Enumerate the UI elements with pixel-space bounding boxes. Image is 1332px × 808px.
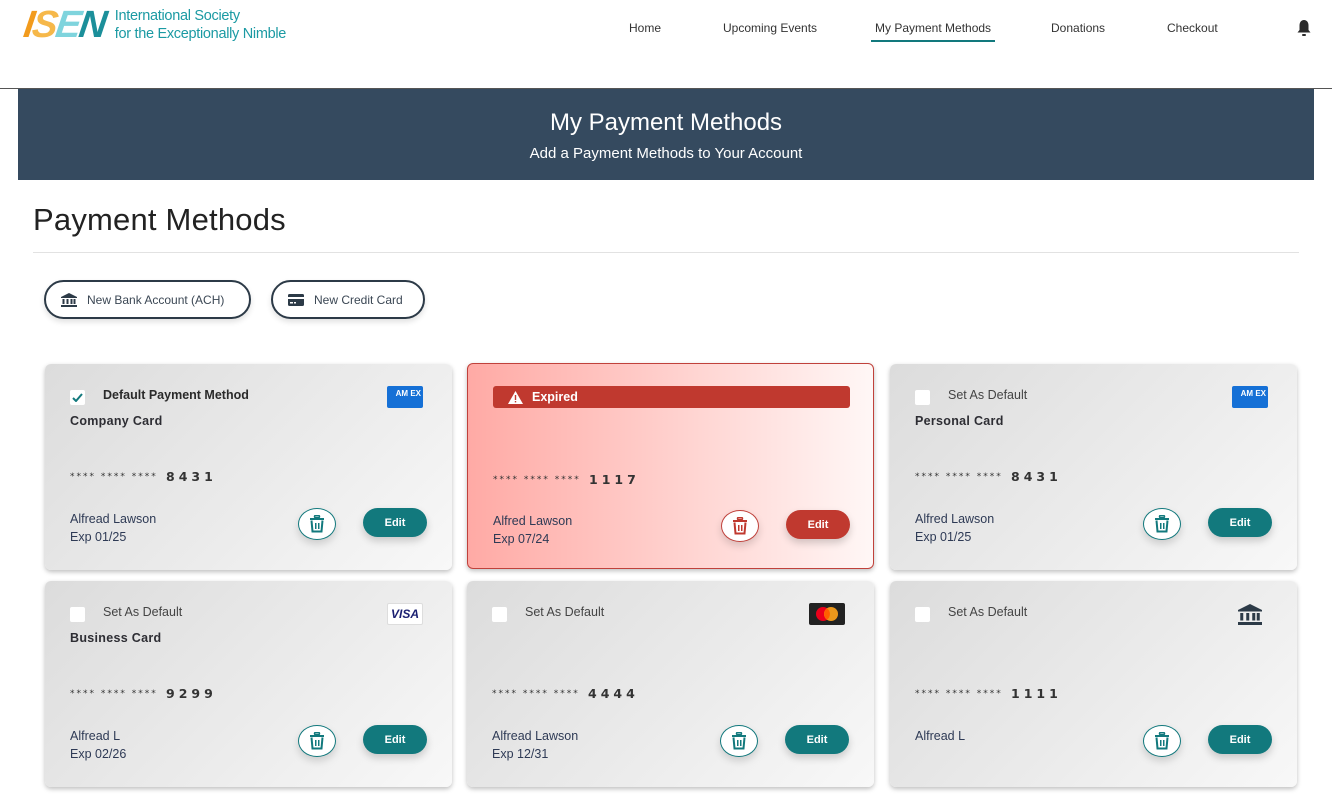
banner-title: My Payment Methods [549,109,783,136]
new-bank-account-button[interactable]: New Bank Account (ACH) [44,280,251,319]
card-number: **** **** **** 8431 [70,469,217,484]
new-bank-account-label: New Bank Account (ACH) [87,292,225,307]
nav-home[interactable]: Home [629,20,661,42]
nav-upcoming-events[interactable]: Upcoming Events [723,20,817,42]
delete-button[interactable] [1143,725,1181,757]
card-number: **** **** **** 4444 [492,686,639,701]
card-nickname: Company Card [70,414,163,428]
card-holder: Alfread L [915,729,966,743]
payment-card: Set As Default VISA Business Card **** *… [45,581,452,787]
delete-button[interactable] [298,725,336,757]
amex-icon: AM EX [1232,386,1268,408]
trash-icon [310,732,324,750]
card-number: **** **** **** 9299 [70,686,217,701]
default-checkbox[interactable] [915,390,930,405]
logo-text: International Society for the Exceptiona… [114,7,287,43]
expired-banner: Expired [493,386,850,408]
card-holder: Alfread Lawson [70,512,157,526]
default-label: Set As Default [525,605,605,619]
card-holder: Alfred Lawson [915,512,995,526]
page-banner: My Payment Methods Add a Payment Methods… [18,89,1314,180]
expired-label: Expired [532,390,578,404]
bell-icon[interactable] [1296,19,1312,37]
default-label: Default Payment Method [103,388,249,402]
warning-icon [508,390,523,404]
banner-subtitle: Add a Payment Methods to Your Account [529,145,803,162]
payment-card: Set As Default **** **** **** 4444 Alfre… [467,581,874,787]
payment-card-expired: Expired **** **** **** 1117 Alfred Lawso… [467,363,874,569]
card-holder: Alfread Lawson [492,729,579,743]
card-expiry: Exp 12/31 [492,747,549,761]
default-checkbox[interactable] [915,607,930,622]
card-expiry: Exp 01/25 [915,530,972,544]
bank-icon [61,292,77,307]
logo-mark: ISEN [21,4,108,46]
card-nickname: Business Card [70,631,162,645]
default-checkbox[interactable] [70,390,85,405]
edit-button[interactable]: Edit [1208,725,1272,754]
payment-card: Set As Default AM EX Personal Card **** … [890,364,1297,570]
card-expiry: Exp 01/25 [70,530,127,544]
card-number: **** **** **** 1111 [915,686,1062,701]
card-number: **** **** **** 1117 [493,472,640,487]
default-label: Set As Default [103,605,183,619]
trash-icon [733,517,747,535]
logo-line-1: International Society [114,8,240,24]
card-nickname: Personal Card [915,414,1004,428]
edit-button[interactable]: Edit [785,725,849,754]
amex-icon: AM EX [387,386,423,408]
card-number: **** **** **** 8431 [915,469,1062,484]
section-divider [33,252,1299,253]
delete-button[interactable] [298,508,336,540]
nav-checkout[interactable]: Checkout [1167,20,1218,42]
card-expiry: Exp 02/26 [70,747,127,761]
logo-line-2: for the Exceptionally Nimble [114,26,287,42]
delete-button[interactable] [721,510,759,542]
payment-card: Set As Default **** **** **** 1111 Alfre… [890,581,1297,787]
mastercard-icon [809,603,845,625]
edit-button[interactable]: Edit [363,725,427,754]
card-holder: Alfred Lawson [493,514,573,528]
nav-donations[interactable]: Donations [1051,20,1105,42]
trash-icon [732,732,746,750]
payment-card: Default Payment Method AM EX Company Car… [45,364,452,570]
page-title: Payment Methods [33,202,286,237]
new-credit-card-button[interactable]: New Credit Card [271,280,425,319]
default-checkbox[interactable] [492,607,507,622]
isen-logo[interactable]: ISEN International Society for the Excep… [21,4,287,46]
top-navigation-bar: ISEN International Society for the Excep… [0,0,1332,89]
visa-icon: VISA [387,603,423,625]
default-label: Set As Default [948,388,1028,402]
trash-icon [310,515,324,533]
credit-card-icon [288,293,304,306]
card-holder: Alfread L [70,729,121,743]
edit-button[interactable]: Edit [1208,508,1272,537]
edit-button[interactable]: Edit [363,508,427,537]
delete-button[interactable] [1143,508,1181,540]
bank-icon [1232,603,1268,625]
delete-button[interactable] [720,725,758,757]
nav-my-payment-methods[interactable]: My Payment Methods [870,20,996,42]
default-label: Set As Default [948,605,1028,619]
card-expiry: Exp 07/24 [493,532,550,546]
default-checkbox[interactable] [70,607,85,622]
trash-icon [1155,732,1169,750]
trash-icon [1155,515,1169,533]
edit-button[interactable]: Edit [786,510,850,539]
new-credit-card-label: New Credit Card [314,292,403,307]
